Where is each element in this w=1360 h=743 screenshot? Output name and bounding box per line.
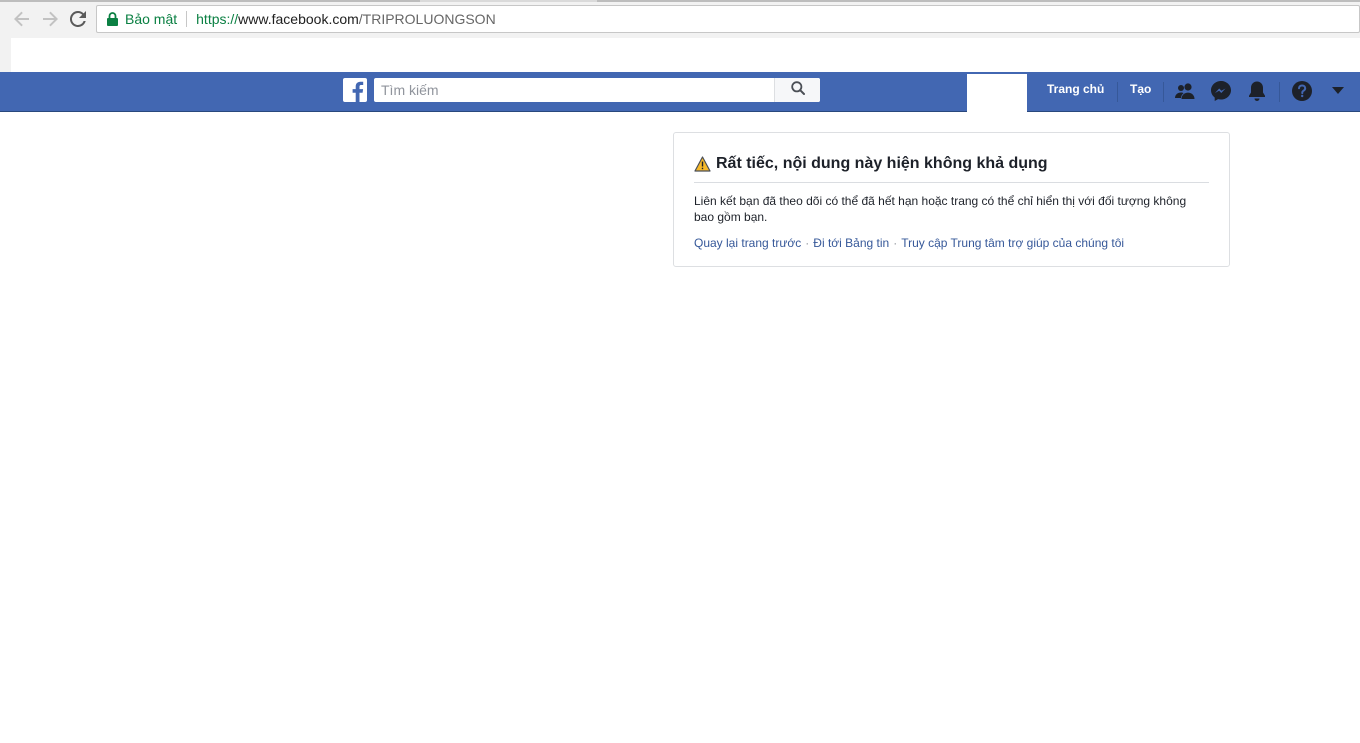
url-path: /TRIPROLUONGSON — [358, 11, 496, 27]
newsfeed-link[interactable]: Đi tới Bảng tin — [813, 236, 889, 250]
warning-triangle-icon — [694, 156, 711, 172]
tab-strip-edge — [0, 0, 1360, 2]
friend-requests-icon[interactable] — [1173, 79, 1197, 103]
address-bar[interactable]: Bảo mật https://www.facebook.com/TRIPROL… — [96, 5, 1360, 33]
nav-divider — [1117, 82, 1118, 102]
search-input[interactable] — [374, 78, 774, 102]
profile-link[interactable] — [967, 74, 1027, 112]
go-back-link[interactable]: Quay lại trang trước — [694, 236, 801, 250]
card-header: Rất tiếc, nội dung này hiện không khả dụ… — [694, 155, 1209, 183]
url-host: www.facebook.com — [238, 11, 359, 27]
url-scheme: https:// — [196, 11, 239, 27]
bookmarks-area — [0, 38, 1360, 72]
forward-arrow-icon[interactable] — [39, 8, 61, 30]
secure-label: Bảo mật — [125, 11, 178, 27]
notifications-icon[interactable] — [1245, 79, 1269, 103]
content-unavailable-card: Rất tiếc, nội dung này hiện không khả dụ… — [673, 132, 1230, 267]
account-menu-caret-icon[interactable] — [1326, 79, 1350, 103]
card-title: Rất tiếc, nội dung này hiện không khả dụ… — [716, 155, 1048, 172]
page-top-blank — [11, 38, 1360, 72]
browser-toolbar: Bảo mật https://www.facebook.com/TRIPROL… — [0, 0, 1360, 38]
link-separator: · — [893, 236, 898, 250]
create-link[interactable]: Tạo — [1130, 82, 1151, 96]
search-button[interactable] — [774, 78, 820, 102]
help-icon[interactable] — [1290, 79, 1314, 103]
back-arrow-icon[interactable] — [11, 8, 33, 30]
reload-icon[interactable] — [67, 8, 89, 30]
link-separator: · — [805, 236, 810, 250]
search-icon — [790, 80, 805, 100]
facebook-logo-icon[interactable] — [343, 78, 367, 102]
lock-icon — [107, 12, 119, 26]
nav-divider — [1279, 82, 1280, 102]
address-divider — [186, 11, 188, 27]
messenger-icon[interactable] — [1209, 79, 1233, 103]
nav-divider — [1163, 82, 1164, 102]
card-message: Liên kết bạn đã theo dõi có thể đã hết h… — [694, 194, 1187, 224]
facebook-header: Trang chủ Tạo — [0, 72, 1360, 112]
url-text[interactable]: https://www.facebook.com/TRIPROLUONGSON — [196, 11, 496, 27]
home-link[interactable]: Trang chủ — [1047, 82, 1104, 96]
search-bar — [374, 78, 820, 102]
help-center-link[interactable]: Truy cập Trung tâm trợ giúp của chúng tô… — [901, 236, 1124, 250]
card-links: Quay lại trang trước · Đi tới Bảng tin · Tru… — [694, 235, 1209, 251]
